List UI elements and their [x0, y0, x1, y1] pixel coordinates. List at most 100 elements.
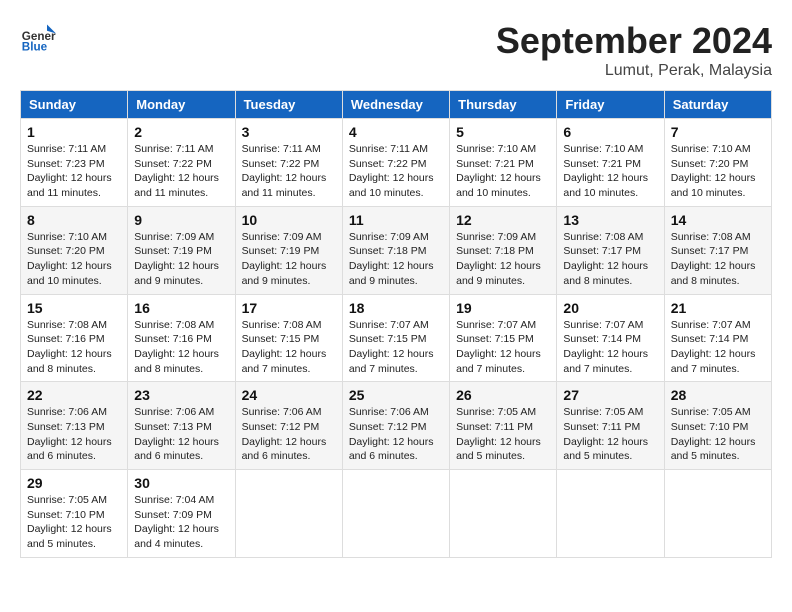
table-row: 15 Sunrise: 7:08 AMSunset: 7:16 PMDaylig…: [21, 294, 128, 382]
calendar-table: Sunday Monday Tuesday Wednesday Thursday…: [20, 90, 772, 558]
day-info: Sunrise: 7:10 AMSunset: 7:21 PMDaylight:…: [456, 142, 550, 201]
day-number: 7: [671, 124, 765, 140]
table-row: 16 Sunrise: 7:08 AMSunset: 7:16 PMDaylig…: [128, 294, 235, 382]
day-info: Sunrise: 7:10 AMSunset: 7:21 PMDaylight:…: [563, 142, 657, 201]
day-number: 1: [27, 124, 121, 140]
table-row: 25 Sunrise: 7:06 AMSunset: 7:12 PMDaylig…: [342, 382, 449, 470]
location: Lumut, Perak, Malaysia: [496, 62, 772, 80]
table-row: 17 Sunrise: 7:08 AMSunset: 7:15 PMDaylig…: [235, 294, 342, 382]
table-row: 5 Sunrise: 7:10 AMSunset: 7:21 PMDayligh…: [450, 119, 557, 207]
table-row: [664, 470, 771, 558]
table-row: 30 Sunrise: 7:04 AMSunset: 7:09 PMDaylig…: [128, 470, 235, 558]
page-header: General Blue September 2024 Lumut, Perak…: [20, 20, 772, 80]
col-monday: Monday: [128, 91, 235, 119]
day-info: Sunrise: 7:09 AMSunset: 7:19 PMDaylight:…: [242, 230, 336, 289]
day-info: Sunrise: 7:11 AMSunset: 7:22 PMDaylight:…: [349, 142, 443, 201]
table-row: 12 Sunrise: 7:09 AMSunset: 7:18 PMDaylig…: [450, 206, 557, 294]
day-number: 13: [563, 212, 657, 228]
day-number: 17: [242, 300, 336, 316]
day-info: Sunrise: 7:09 AMSunset: 7:19 PMDaylight:…: [134, 230, 228, 289]
table-row: 20 Sunrise: 7:07 AMSunset: 7:14 PMDaylig…: [557, 294, 664, 382]
col-saturday: Saturday: [664, 91, 771, 119]
month-title: September 2024: [496, 20, 772, 62]
day-info: Sunrise: 7:07 AMSunset: 7:15 PMDaylight:…: [349, 318, 443, 377]
day-number: 26: [456, 387, 550, 403]
day-info: Sunrise: 7:06 AMSunset: 7:12 PMDaylight:…: [349, 405, 443, 464]
day-info: Sunrise: 7:08 AMSunset: 7:17 PMDaylight:…: [563, 230, 657, 289]
col-thursday: Thursday: [450, 91, 557, 119]
day-info: Sunrise: 7:05 AMSunset: 7:11 PMDaylight:…: [563, 405, 657, 464]
table-row: 23 Sunrise: 7:06 AMSunset: 7:13 PMDaylig…: [128, 382, 235, 470]
day-info: Sunrise: 7:07 AMSunset: 7:14 PMDaylight:…: [671, 318, 765, 377]
col-friday: Friday: [557, 91, 664, 119]
table-row: 8 Sunrise: 7:10 AMSunset: 7:20 PMDayligh…: [21, 206, 128, 294]
calendar-header-row: Sunday Monday Tuesday Wednesday Thursday…: [21, 91, 772, 119]
day-number: 10: [242, 212, 336, 228]
day-info: Sunrise: 7:08 AMSunset: 7:16 PMDaylight:…: [134, 318, 228, 377]
day-info: Sunrise: 7:06 AMSunset: 7:13 PMDaylight:…: [134, 405, 228, 464]
day-number: 3: [242, 124, 336, 140]
table-row: [342, 470, 449, 558]
table-row: 1 Sunrise: 7:11 AMSunset: 7:23 PMDayligh…: [21, 119, 128, 207]
day-number: 21: [671, 300, 765, 316]
day-number: 22: [27, 387, 121, 403]
table-row: 4 Sunrise: 7:11 AMSunset: 7:22 PMDayligh…: [342, 119, 449, 207]
table-row: 3 Sunrise: 7:11 AMSunset: 7:22 PMDayligh…: [235, 119, 342, 207]
table-row: 10 Sunrise: 7:09 AMSunset: 7:19 PMDaylig…: [235, 206, 342, 294]
table-row: 6 Sunrise: 7:10 AMSunset: 7:21 PMDayligh…: [557, 119, 664, 207]
table-row: 11 Sunrise: 7:09 AMSunset: 7:18 PMDaylig…: [342, 206, 449, 294]
day-number: 2: [134, 124, 228, 140]
table-row: [557, 470, 664, 558]
table-row: 27 Sunrise: 7:05 AMSunset: 7:11 PMDaylig…: [557, 382, 664, 470]
day-info: Sunrise: 7:05 AMSunset: 7:10 PMDaylight:…: [671, 405, 765, 464]
day-info: Sunrise: 7:08 AMSunset: 7:15 PMDaylight:…: [242, 318, 336, 377]
day-info: Sunrise: 7:11 AMSunset: 7:23 PMDaylight:…: [27, 142, 121, 201]
col-tuesday: Tuesday: [235, 91, 342, 119]
table-row: 29 Sunrise: 7:05 AMSunset: 7:10 PMDaylig…: [21, 470, 128, 558]
day-number: 11: [349, 212, 443, 228]
table-row: 13 Sunrise: 7:08 AMSunset: 7:17 PMDaylig…: [557, 206, 664, 294]
title-block: September 2024 Lumut, Perak, Malaysia: [496, 20, 772, 80]
table-row: [450, 470, 557, 558]
table-row: 7 Sunrise: 7:10 AMSunset: 7:20 PMDayligh…: [664, 119, 771, 207]
day-number: 16: [134, 300, 228, 316]
day-number: 19: [456, 300, 550, 316]
day-info: Sunrise: 7:07 AMSunset: 7:14 PMDaylight:…: [563, 318, 657, 377]
day-info: Sunrise: 7:04 AMSunset: 7:09 PMDaylight:…: [134, 493, 228, 552]
logo-icon: General Blue: [20, 20, 56, 56]
table-row: 24 Sunrise: 7:06 AMSunset: 7:12 PMDaylig…: [235, 382, 342, 470]
day-number: 14: [671, 212, 765, 228]
day-info: Sunrise: 7:08 AMSunset: 7:17 PMDaylight:…: [671, 230, 765, 289]
day-number: 20: [563, 300, 657, 316]
day-info: Sunrise: 7:06 AMSunset: 7:13 PMDaylight:…: [27, 405, 121, 464]
day-number: 24: [242, 387, 336, 403]
day-number: 8: [27, 212, 121, 228]
day-number: 9: [134, 212, 228, 228]
table-row: 2 Sunrise: 7:11 AMSunset: 7:22 PMDayligh…: [128, 119, 235, 207]
day-number: 18: [349, 300, 443, 316]
day-info: Sunrise: 7:11 AMSunset: 7:22 PMDaylight:…: [242, 142, 336, 201]
logo: General Blue: [20, 20, 60, 56]
day-info: Sunrise: 7:11 AMSunset: 7:22 PMDaylight:…: [134, 142, 228, 201]
day-number: 23: [134, 387, 228, 403]
day-info: Sunrise: 7:06 AMSunset: 7:12 PMDaylight:…: [242, 405, 336, 464]
day-info: Sunrise: 7:08 AMSunset: 7:16 PMDaylight:…: [27, 318, 121, 377]
table-row: 14 Sunrise: 7:08 AMSunset: 7:17 PMDaylig…: [664, 206, 771, 294]
day-number: 4: [349, 124, 443, 140]
day-info: Sunrise: 7:10 AMSunset: 7:20 PMDaylight:…: [27, 230, 121, 289]
col-sunday: Sunday: [21, 91, 128, 119]
day-info: Sunrise: 7:05 AMSunset: 7:11 PMDaylight:…: [456, 405, 550, 464]
table-row: 18 Sunrise: 7:07 AMSunset: 7:15 PMDaylig…: [342, 294, 449, 382]
day-number: 27: [563, 387, 657, 403]
col-wednesday: Wednesday: [342, 91, 449, 119]
day-number: 5: [456, 124, 550, 140]
day-number: 28: [671, 387, 765, 403]
table-row: 26 Sunrise: 7:05 AMSunset: 7:11 PMDaylig…: [450, 382, 557, 470]
day-info: Sunrise: 7:10 AMSunset: 7:20 PMDaylight:…: [671, 142, 765, 201]
day-info: Sunrise: 7:09 AMSunset: 7:18 PMDaylight:…: [456, 230, 550, 289]
day-number: 29: [27, 475, 121, 491]
svg-text:Blue: Blue: [22, 41, 48, 54]
table-row: 28 Sunrise: 7:05 AMSunset: 7:10 PMDaylig…: [664, 382, 771, 470]
day-number: 30: [134, 475, 228, 491]
day-number: 15: [27, 300, 121, 316]
